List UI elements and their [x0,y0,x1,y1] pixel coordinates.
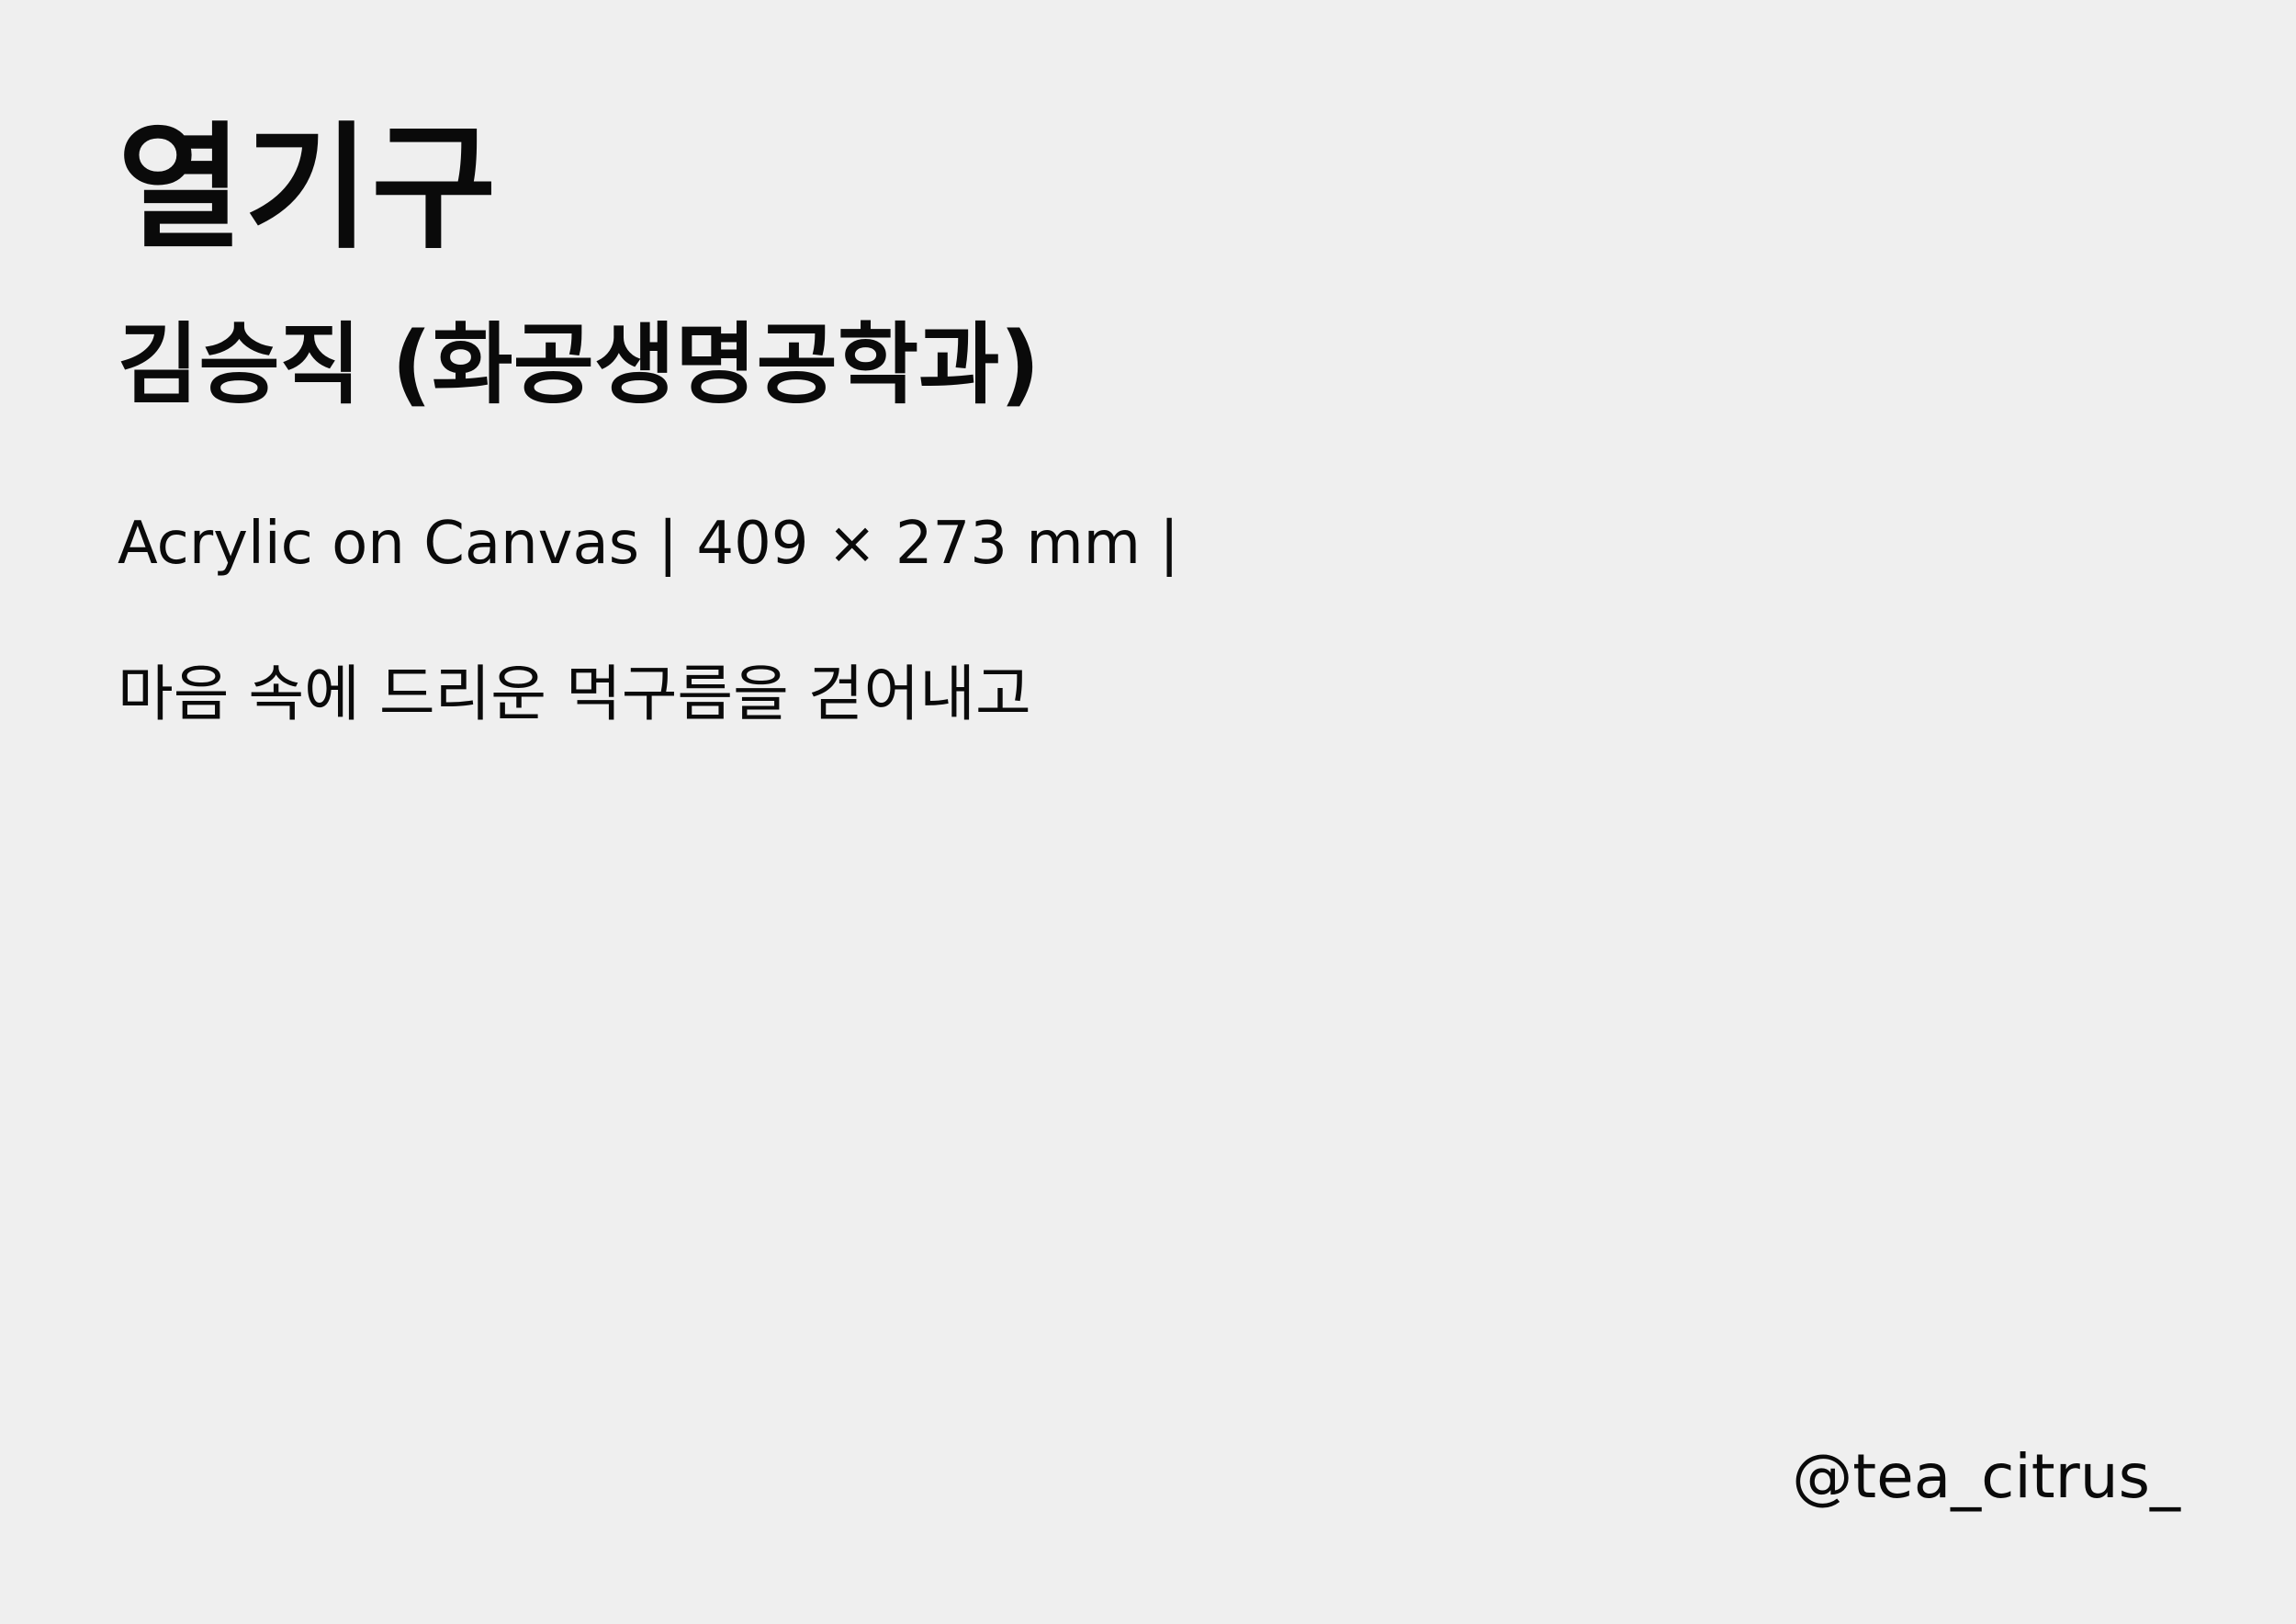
social-handle: @tea_citrus_ [1792,1441,2180,1512]
artist-name: 김승직 (화공생명공학과) [118,313,1041,416]
artwork-title: 열기구 [118,109,499,267]
artwork-details: Acrylic on Canvas | 409 × 273 mm | [118,510,1179,578]
artwork-description: 마음 속에 드리운 먹구름을 걷어내고 [118,659,1031,729]
